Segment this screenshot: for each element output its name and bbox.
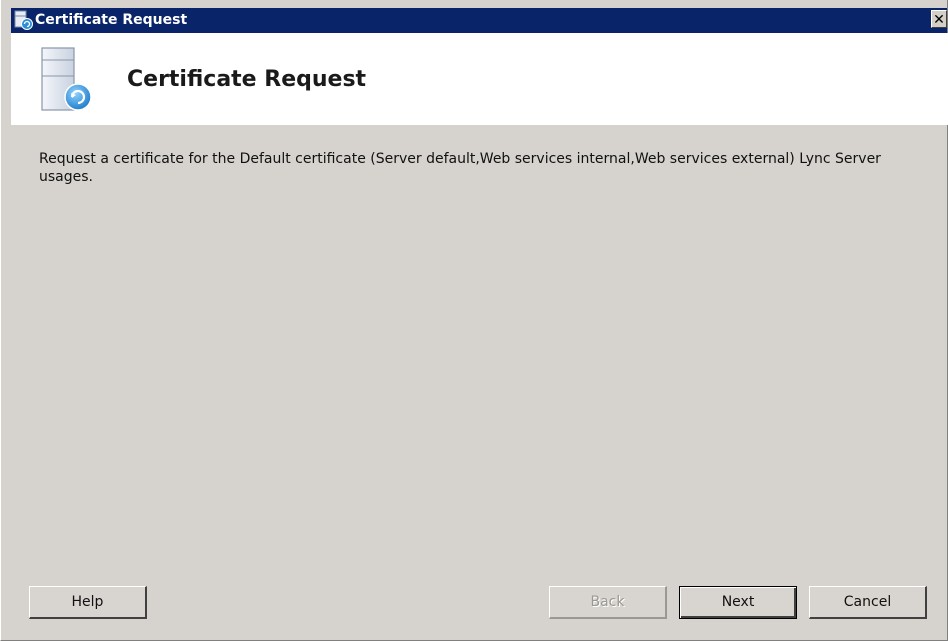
cancel-button[interactable]: Cancel bbox=[809, 586, 927, 619]
certificate-icon bbox=[14, 10, 33, 30]
title-bar[interactable]: Certificate Request ✕ bbox=[11, 8, 947, 33]
back-button[interactable]: Back bbox=[549, 586, 667, 619]
wizard-header: Certificate Request bbox=[11, 33, 948, 125]
close-button[interactable]: ✕ bbox=[931, 10, 947, 28]
description-text: Request a certificate for the Default ce… bbox=[39, 151, 881, 185]
close-icon: ✕ bbox=[933, 12, 945, 28]
next-button[interactable]: Next bbox=[679, 586, 797, 619]
window-title: Certificate Request bbox=[35, 12, 188, 28]
certificate-request-dialog: Certificate Request ✕ Certificate Reques… bbox=[0, 0, 948, 641]
page-title: Certificate Request bbox=[127, 67, 367, 92]
help-button[interactable]: Help bbox=[29, 586, 147, 619]
server-refresh-icon bbox=[41, 47, 92, 111]
